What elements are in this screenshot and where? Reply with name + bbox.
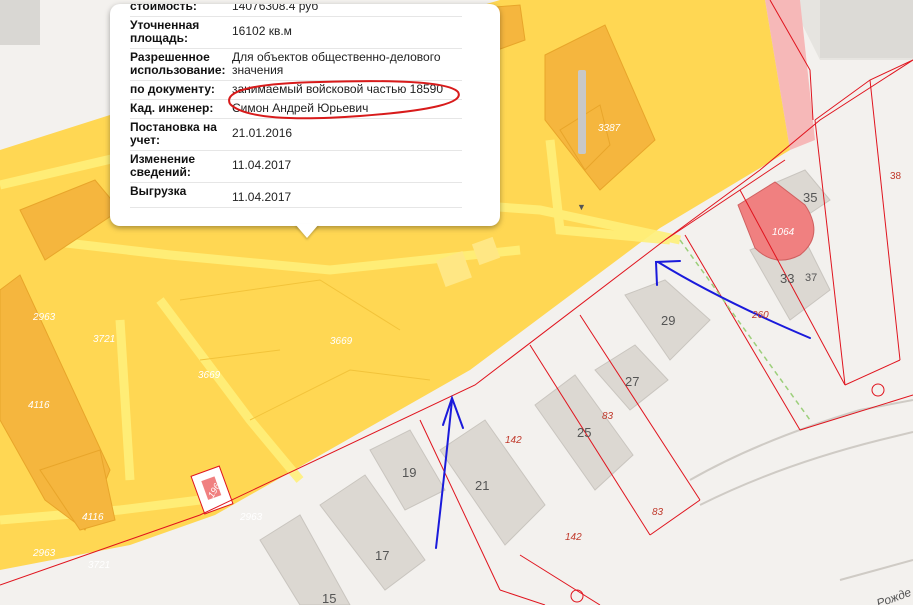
popup-scrollbar[interactable]: ▼ (576, 14, 588, 216)
row-key: Изменение сведений: (130, 150, 232, 183)
grey-building (820, 0, 913, 58)
row-changed: Изменение сведений: 11.04.2017 (130, 150, 462, 183)
house-21: 21 (475, 478, 489, 493)
row-export: Выгрузка 11.04.2017 (130, 182, 462, 208)
row-key: стоимость: (130, 4, 232, 17)
scrollbar-thumb[interactable] (578, 70, 586, 154)
house-29: 29 (661, 313, 675, 328)
row-value: 16102 кв.м (232, 16, 462, 49)
parcel-83-a: 83 (602, 411, 614, 422)
house-19: 19 (402, 465, 416, 480)
red-ellipse-annotation (228, 80, 460, 120)
parcel-2963-a: 2963 (32, 312, 56, 323)
house-25: 25 (577, 425, 591, 440)
parcel-4116-b: 4116 (82, 512, 104, 523)
parcel-83-b: 83 (652, 507, 664, 518)
house-38: 38 (890, 171, 902, 182)
row-key: Уточненная площадь: (130, 16, 232, 49)
row-area: Уточненная площадь: 16102 кв.м (130, 16, 462, 49)
parcel-142-b: 142 (565, 532, 582, 543)
parcel-3721-a: 3721 (93, 334, 115, 345)
scroll-down-arrow-icon[interactable]: ▼ (577, 202, 586, 212)
house-15: 15 (322, 591, 336, 605)
house-37: 37 (805, 272, 817, 284)
popup-pointer (295, 224, 319, 238)
parcel-1064: 1064 (772, 227, 795, 238)
house-33: 33 (780, 271, 794, 286)
row-value: 11.04.2017 (232, 182, 462, 208)
house-27: 27 (625, 374, 639, 389)
parcel-260: 260 (751, 310, 769, 321)
parcel-2963-b: 2963 (32, 548, 56, 559)
house-35: 35 (803, 190, 817, 205)
house-17: 17 (375, 548, 389, 563)
parcel-4116-a: 4116 (28, 400, 50, 411)
parcel-142-a: 142 (505, 435, 522, 446)
row-key: Выгрузка (130, 182, 232, 208)
row-cost: стоимость: 14076308.4 руб (130, 4, 462, 17)
parcel-info-popup[interactable]: стоимость: 14076308.4 руб Уточненная пло… (110, 4, 586, 226)
parcel-3721-b: 3721 (88, 560, 110, 571)
parcel-2963-c: 2963 (239, 512, 263, 523)
row-value: 11.04.2017 (232, 150, 462, 183)
parcel-3669-b: 3669 (198, 370, 221, 381)
parcel-3387: 3387 (598, 123, 621, 134)
row-value: 14076308.4 руб (232, 4, 462, 17)
parcel-3669-a: 3669 (330, 336, 353, 347)
